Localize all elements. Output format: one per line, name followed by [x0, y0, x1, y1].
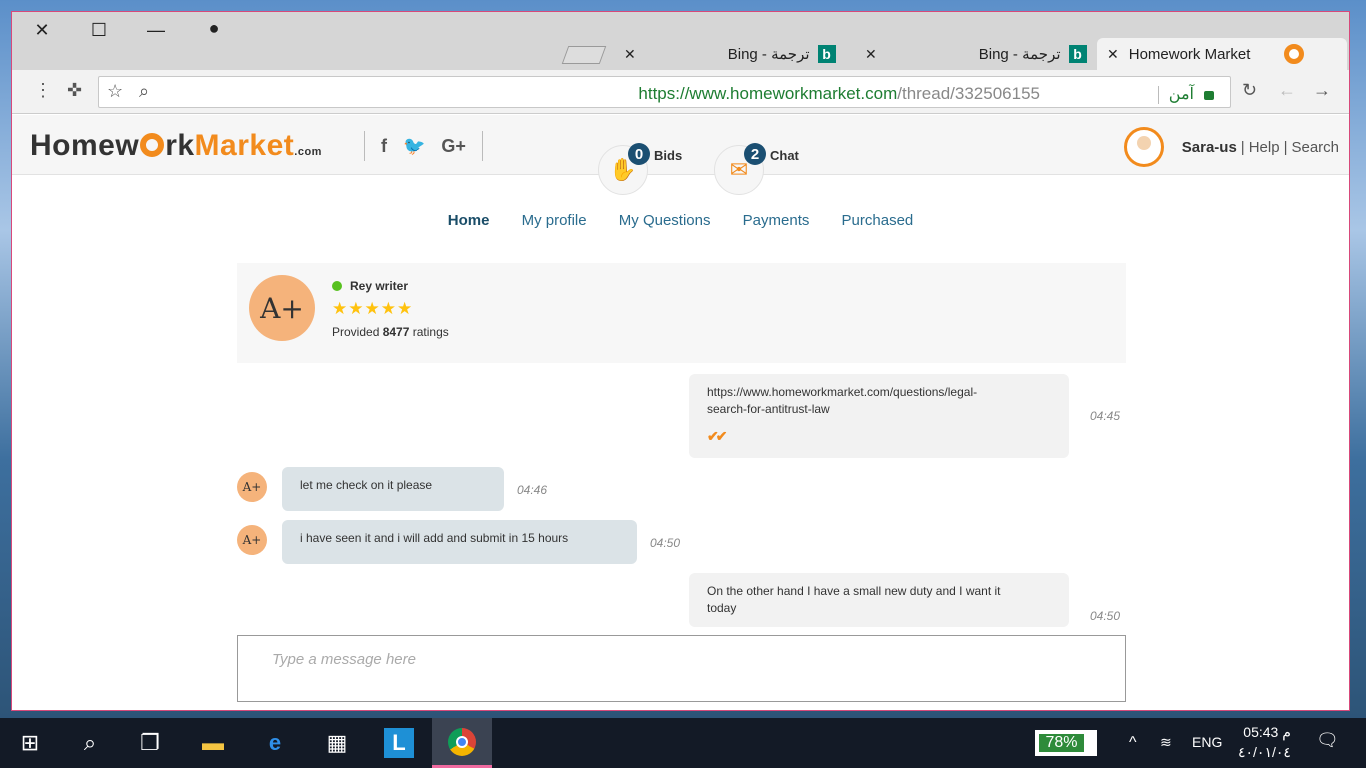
lifebuoy-icon: [140, 133, 165, 157]
bids-label[interactable]: Bids: [654, 148, 682, 163]
extension-icon[interactable]: ✜: [67, 80, 82, 101]
help-link[interactable]: Help: [1249, 139, 1280, 156]
windows-start-icon[interactable]: ⊞: [0, 718, 60, 768]
twitter-icon[interactable]: 🐦: [403, 136, 425, 157]
message-text: https://www.homeworkmarket.com/questions…: [707, 385, 978, 399]
username-link[interactable]: Sara-us: [1182, 139, 1237, 156]
homework-market-favicon: [1284, 44, 1305, 64]
writer-avatar[interactable]: A+: [249, 275, 315, 341]
tab-bing-translate-2[interactable]: ✕ Bing - ترجمة b: [865, 38, 1087, 70]
taskbar: ⊞ ⌕ ❐ ▬ e ▦ L 78% ^ ≋ ENG 05:43 م ٤٠/٠١/…: [0, 718, 1366, 768]
user-avatar[interactable]: [1123, 127, 1164, 167]
facebook-icon[interactable]: f: [381, 136, 387, 157]
close-tab-icon[interactable]: ✕: [865, 46, 877, 63]
system-clock[interactable]: 05:43 م ٤٠/٠١/٠٤: [1238, 722, 1291, 762]
back-icon[interactable]: ←: [1278, 80, 1296, 101]
message-time: 04:45: [1090, 409, 1121, 423]
message-text: i have seen it and i will add and submit…: [300, 531, 569, 545]
show-hidden-icons[interactable]: ^: [1129, 734, 1137, 752]
search-icon[interactable]: ⌕: [60, 718, 120, 768]
bing-icon: b: [1068, 45, 1087, 63]
nav-home[interactable]: Home: [448, 212, 490, 229]
message-composer: [237, 635, 1126, 702]
wifi-icon[interactable]: ≋: [1160, 734, 1172, 751]
writer-mini-avatar: A+: [237, 525, 267, 555]
bing-icon: b: [817, 45, 836, 63]
edge-icon[interactable]: e: [245, 718, 305, 768]
writer-profile-card: A+ Rey writer ★★★★★ Provided 8477 rating…: [237, 263, 1126, 363]
message-time: 04:50: [650, 536, 681, 550]
close-window-icon[interactable]: ✕: [28, 18, 56, 42]
title-bar: ✕ ☐ — ● ✕ Bing - ترجمة b ✕ Bing - ترجمة …: [12, 12, 1349, 70]
forward-icon[interactable]: →: [1313, 80, 1331, 101]
clock-time: 05:43 م: [1243, 724, 1291, 740]
url-text[interactable]: https://www.homeworkmarket.com/thread/33…: [638, 84, 1040, 104]
address-bar[interactable]: ☆ ⌕ https://www.homeworkmarket.com/threa…: [98, 76, 1231, 108]
browser-toolbar: ⋮ ✜ ☆ ⌕ https://www.homeworkmarket.com/t…: [12, 70, 1349, 114]
nav-purchased[interactable]: Purchased: [842, 212, 914, 229]
close-tab-icon[interactable]: ✕: [624, 46, 636, 63]
browser-window: ✕ ☐ — ● ✕ Bing - ترجمة b ✕ Bing - ترجمة …: [11, 11, 1350, 711]
main-nav: Home My profile My Questions Payments Pu…: [12, 212, 1349, 229]
user-area: Sara-us | Help | Search: [1123, 127, 1339, 167]
app-l-icon[interactable]: L: [369, 718, 429, 768]
zoom-icon[interactable]: ⌕: [139, 81, 149, 102]
minimize-window-icon[interactable]: —: [142, 18, 170, 42]
rating-stars: ★★★★★: [332, 299, 414, 318]
search-link[interactable]: Search: [1291, 139, 1339, 156]
clock-date: ٤٠/٠١/٠٤: [1238, 744, 1291, 760]
chat-widget[interactable]: ✉ 2 Chat: [714, 143, 799, 195]
bids-badge: 0: [628, 143, 650, 165]
chat-label[interactable]: Chat: [770, 148, 799, 163]
maximize-window-icon[interactable]: ☐: [85, 18, 113, 42]
battery-indicator[interactable]: 78%: [1035, 730, 1097, 756]
new-tab-button[interactable]: [561, 46, 607, 64]
site-header: Homew rkMarket.com f 🐦 G+ ✋ 0 Bids ✉ 2 Ch…: [12, 115, 1349, 195]
writer-mini-avatar: A+: [237, 472, 267, 502]
profile-icon[interactable]: ●: [200, 16, 228, 40]
chat-badge: 2: [744, 143, 766, 165]
task-view-icon[interactable]: ❐: [120, 718, 180, 768]
message-text: today: [707, 601, 737, 615]
message-outgoing: On the other hand I have a small new dut…: [689, 573, 1069, 627]
message-text: let me check on it please: [300, 478, 433, 492]
store-icon[interactable]: ▦: [307, 718, 367, 768]
tab-title: Homework Market: [1128, 45, 1251, 63]
nav-my-questions[interactable]: My Questions: [619, 212, 711, 229]
social-links: f 🐦 G+: [364, 131, 483, 161]
reload-icon[interactable]: ↻: [1242, 80, 1257, 101]
message-time: 04:50: [1090, 609, 1121, 623]
tab-title: Bing - ترجمة: [978, 46, 1061, 63]
message-input[interactable]: [238, 636, 1125, 682]
message-incoming: let me check on it please: [282, 467, 504, 511]
notifications-icon[interactable]: 🗨: [1316, 730, 1339, 751]
nav-payments[interactable]: Payments: [743, 212, 810, 229]
bids-widget[interactable]: ✋ 0 Bids: [598, 143, 682, 195]
message-text: On the other hand I have a small new dut…: [707, 584, 1001, 598]
language-indicator[interactable]: ENG: [1192, 734, 1222, 750]
writer-name[interactable]: Rey writer: [332, 279, 408, 293]
lock-icon: [1204, 91, 1214, 100]
google-plus-icon[interactable]: G+: [441, 136, 466, 157]
nav-my-profile[interactable]: My profile: [522, 212, 587, 229]
message-text: search-for-antitrust-law: [707, 402, 830, 416]
tab-homework-market[interactable]: ✕ Homework Market: [1097, 38, 1347, 70]
tab-bing-translate-1[interactable]: ✕ Bing - ترجمة b: [624, 38, 846, 70]
message-outgoing: https://www.homeworkmarket.com/questions…: [689, 374, 1069, 458]
battery-level: 78%: [1039, 734, 1084, 752]
file-explorer-icon[interactable]: ▬: [183, 718, 243, 768]
menu-icon[interactable]: ⋮: [34, 80, 52, 101]
online-status-icon: [332, 281, 342, 291]
bookmark-star-icon[interactable]: ☆: [107, 81, 123, 102]
message-incoming: i have seen it and i will add and submit…: [282, 520, 637, 564]
message-time: 04:46: [517, 483, 548, 497]
tab-title: Bing - ترجمة: [727, 46, 810, 63]
ratings-count: Provided 8477 ratings: [332, 325, 449, 339]
homework-market-logo[interactable]: Homew rkMarket.com: [30, 129, 322, 163]
close-tab-icon[interactable]: ✕: [1107, 46, 1119, 63]
chrome-icon[interactable]: [432, 718, 492, 768]
double-check-icon: ✔✔: [707, 428, 727, 444]
secure-indicator[interactable]: آمن: [1055, 84, 1230, 104]
